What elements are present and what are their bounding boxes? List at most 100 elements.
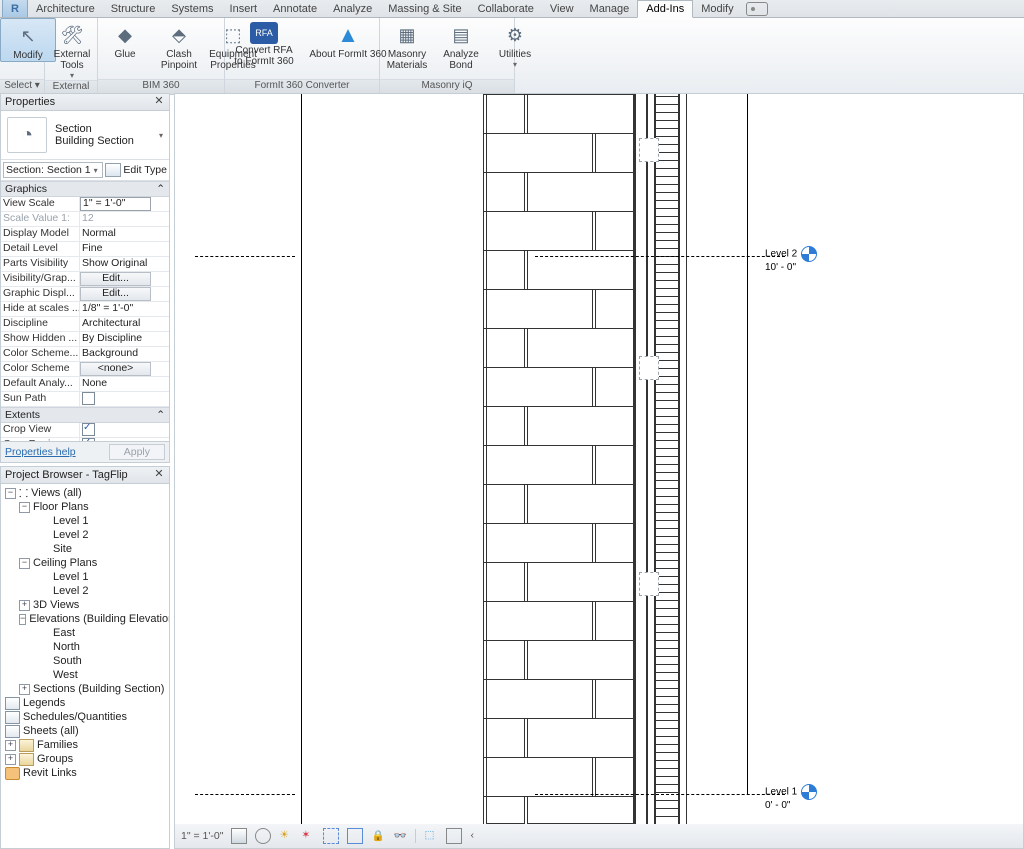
tab-architecture[interactable]: Architecture [28,1,103,17]
level1-tag[interactable]: Level 1 0' - 0" [765,784,817,811]
detail-level-icon[interactable] [231,828,247,844]
graphic-display-edit-button[interactable]: Edit... [80,287,151,301]
clash-button[interactable]: ⬘Clash Pinpoint [152,18,206,71]
edit-type-icon [105,163,121,177]
tree-east[interactable]: East [1,626,169,640]
tab-structure[interactable]: Structure [103,1,164,17]
prop-key: Parts Visibility [1,257,80,271]
sun-path-icon[interactable]: ☀ [279,829,293,843]
tree-site[interactable]: Site [1,542,169,556]
color-scheme-button[interactable]: <none> [80,362,151,376]
tree-level1[interactable]: Level 1 [1,514,169,528]
tree-ceiling-plans[interactable]: −Ceiling Plans [1,556,169,570]
hide-at-scales-field[interactable]: 1/8" = 1'-0" [80,302,169,316]
properties-help-link[interactable]: Properties help [5,446,76,458]
tab-modify[interactable]: Modify [693,1,741,17]
drawing-canvas[interactable]: Level 2 10' - 0" Level 1 0' - 0" [174,93,1024,825]
tree-elevations[interactable]: −Elevations (Building Elevation) [1,612,169,626]
properties-header[interactable]: Properties ✕ [1,94,169,111]
tree-links[interactable]: Revit Links [1,766,169,780]
scale-button[interactable]: 1" = 1'-0" [181,830,223,842]
reveal-hidden-icon[interactable]: ⬚ [424,829,438,843]
parts-visibility-field[interactable]: Show Original [80,257,169,271]
show-hidden-field[interactable]: By Discipline [80,332,169,346]
type-selector[interactable]: ◔ Section Building Section ▾ [1,111,169,160]
context-tab-icon[interactable] [746,2,768,16]
lock-icon[interactable]: 🔒 [371,829,385,843]
tab-manage[interactable]: Manage [582,1,638,17]
instance-filter[interactable]: Section: Section 1 ▾ [3,162,103,178]
convert-icon: RFA [250,22,278,44]
view-scale-field[interactable]: 1" = 1'-0" [80,197,151,211]
crop-left [301,94,302,824]
tree-3d-views[interactable]: +3D Views [1,598,169,612]
collapse-icon[interactable]: ⌃ [156,183,165,195]
shadows-icon[interactable]: ✶ [301,829,315,843]
ribbon-group-select[interactable]: Select ▾ [0,79,44,94]
tree-groups[interactable]: +Groups [1,752,169,766]
apply-button[interactable]: Apply [109,444,165,460]
tab-systems[interactable]: Systems [163,1,221,17]
tree-south[interactable]: South [1,654,169,668]
external-tools-button[interactable]: 🛠External Tools▾ [45,18,99,80]
nav-icon[interactable]: ‹ [470,829,484,843]
tab-collaborate[interactable]: Collaborate [470,1,542,17]
discipline-field[interactable]: Architectural [80,317,169,331]
temporary-hide-icon[interactable]: 👓 [393,829,407,843]
tree-sections[interactable]: +Sections (Building Section) [1,682,169,696]
tree-families[interactable]: +Families [1,738,169,752]
tab-annotate[interactable]: Annotate [265,1,325,17]
tree-west[interactable]: West [1,668,169,682]
convert-rfa-button[interactable]: RFAConvert RFA to FormIt 360 [225,18,303,67]
crop-region-icon[interactable] [347,828,363,844]
ribbon-group-masonry: Masonry iQ [380,79,514,94]
utilities-button[interactable]: ⚙Utilities▾ [488,18,542,69]
masonry-materials-button[interactable]: ▦Masonry Materials [380,18,434,71]
tree-cp-level1[interactable]: Level 1 [1,570,169,584]
edit-type-button[interactable]: Edit Type [105,163,167,177]
prop-key: Hide at scales ... [1,302,80,316]
cat-extents[interactable]: Extents⌃ [1,407,169,423]
close-icon[interactable]: ✕ [153,96,165,108]
cat-graphics[interactable]: Graphics⌃ [1,181,169,197]
tree-cp-level2[interactable]: Level 2 [1,584,169,598]
cursor-icon: ↖ [15,23,41,49]
default-analysis-field[interactable]: None [80,377,169,391]
close-icon[interactable]: ✕ [153,469,165,481]
crop-view-check[interactable] [80,423,169,437]
tab-massing[interactable]: Massing & Site [380,1,469,17]
level2-tag[interactable]: Level 2 10' - 0" [765,246,817,273]
tab-view[interactable]: View [542,1,582,17]
analyze-bond-button[interactable]: ▤Analyze Bond [434,18,488,71]
browser-header[interactable]: Project Browser - TagFlip ✕ [1,467,169,484]
properties-panel: Properties ✕ ◔ Section Building Section … [0,93,170,463]
chevron-down-icon: ▾ [159,131,163,140]
visibility-edit-button[interactable]: Edit... [80,272,151,286]
tab-addins[interactable]: Add-Ins [637,0,693,18]
display-model-field[interactable]: Normal [80,227,169,241]
crop-right [747,94,748,794]
folder-icon [19,739,34,752]
tree-schedules[interactable]: Schedules/Quantities [1,710,169,724]
tree-floor-plans[interactable]: −Floor Plans [1,500,169,514]
tab-insert[interactable]: Insert [222,1,266,17]
tree-views[interactable]: −⸬Views (all) [1,486,169,500]
collapse-icon[interactable]: ⌃ [156,409,165,421]
glue-button[interactable]: ◆Glue [98,18,152,60]
crop-view-icon[interactable] [323,828,339,844]
color-scheme-loc-field[interactable]: Background [80,347,169,361]
app-logo[interactable]: R [2,0,28,17]
tree-level2[interactable]: Level 2 [1,528,169,542]
tree-legends[interactable]: Legends [1,696,169,710]
visual-style-icon[interactable] [255,828,271,844]
sun-path-check[interactable] [80,392,169,406]
tab-analyze[interactable]: Analyze [325,1,380,17]
view-control-bar: 1" = 1'-0" ☀ ✶ 🔒 👓 ⬚ ‹ [174,824,1024,849]
schedules-icon [5,711,20,724]
worksharing-icon[interactable] [446,828,462,844]
tree-north[interactable]: North [1,640,169,654]
detail-level-field[interactable]: Fine [80,242,169,256]
prop-key: Crop Region [1,438,80,441]
crop-region-check[interactable] [80,438,169,441]
tree-sheets[interactable]: Sheets (all) [1,724,169,738]
